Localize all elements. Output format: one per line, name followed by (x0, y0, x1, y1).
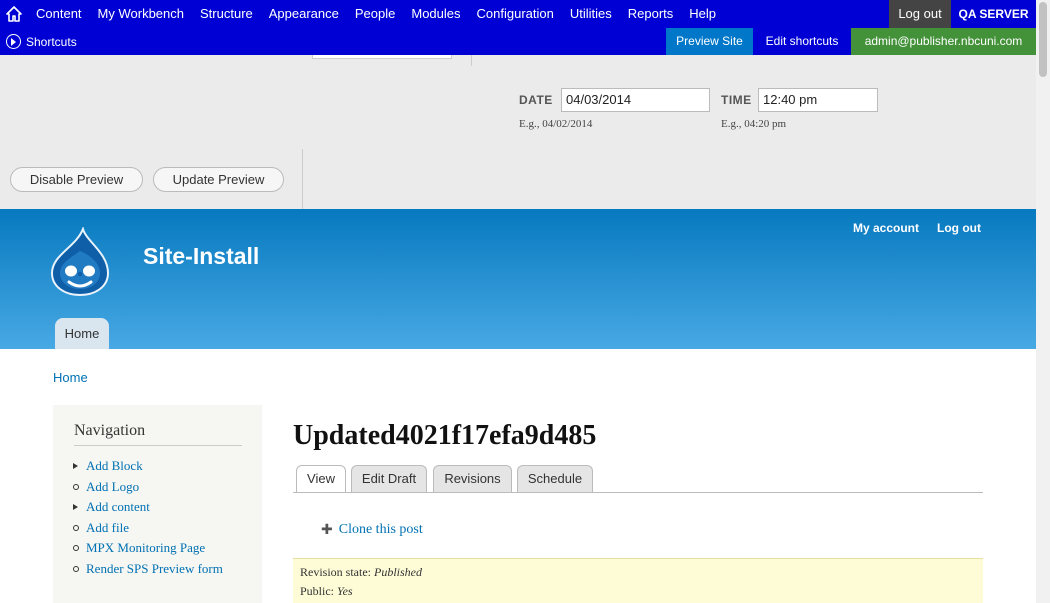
toolbar-logout-button[interactable]: Log out (889, 0, 951, 28)
preview-panel: DATE 04/03/2014 E.g., 04/02/2014 TIME 12… (0, 55, 1036, 209)
server-label: QA SERVER (958, 7, 1029, 21)
header-logout-link[interactable]: Log out (937, 221, 981, 235)
toolbar-item-content[interactable]: Content (28, 0, 90, 28)
nav-item-add-block[interactable]: Add Block (73, 458, 223, 479)
toolbar-item-appearance[interactable]: Appearance (261, 0, 347, 28)
navigation-divider (74, 445, 242, 446)
navigation-block: Navigation Add Block Add Logo Add conten… (53, 405, 262, 603)
select-field-stub[interactable] (312, 55, 452, 59)
scrollbar-thumb[interactable] (1039, 2, 1047, 77)
time-label: TIME (721, 93, 752, 107)
nav-item-label: Add file (86, 519, 129, 535)
public-label: Public: (300, 584, 335, 598)
bullet-icon (73, 565, 79, 572)
main-menu-home-tab[interactable]: Home (55, 318, 109, 349)
time-input[interactable]: 12:40 pm (758, 88, 878, 112)
current-user-link[interactable]: admin@publisher.nbcuni.com (851, 28, 1036, 55)
bullet-icon (73, 483, 79, 490)
shortcuts-toggle-icon (6, 34, 21, 49)
plus-icon: ✚ (321, 521, 333, 537)
toolbar-item-structure[interactable]: Structure (192, 0, 261, 28)
toolbar-item-reports[interactable]: Reports (620, 0, 682, 28)
tab-edit-draft[interactable]: Edit Draft (351, 465, 427, 492)
toolbar-item-help[interactable]: Help (681, 0, 724, 28)
tab-view[interactable]: View (296, 465, 346, 493)
collapsed-arrow-icon (73, 463, 78, 469)
time-hint: E.g., 04:20 pm (721, 118, 787, 130)
shortcuts-bar: Shortcuts Preview Site Edit shortcuts ad… (0, 28, 1036, 55)
nav-item-label: Add content (86, 499, 150, 514)
toolbar-item-my-workbench[interactable]: My Workbench (90, 0, 192, 28)
bullet-icon (73, 545, 79, 551)
nav-item-mpx-monitoring[interactable]: MPX Monitoring Page (73, 540, 223, 561)
preview-site-button[interactable]: Preview Site (666, 28, 753, 55)
bullet-icon (73, 524, 79, 531)
date-input[interactable]: 04/03/2014 (561, 88, 710, 112)
collapsed-arrow-icon (73, 504, 78, 510)
panel-divider (302, 149, 303, 209)
revision-state-value: Published (374, 565, 422, 579)
toolbar-item-utilities[interactable]: Utilities (562, 0, 620, 28)
tab-schedule[interactable]: Schedule (517, 465, 593, 492)
update-preview-button[interactable]: Update Preview (153, 167, 284, 192)
toolbar-item-modules[interactable]: Modules (403, 0, 468, 28)
nav-item-add-content[interactable]: Add content (73, 499, 223, 520)
site-name[interactable]: Site-Install (143, 243, 259, 270)
page-title: Updated4021f17efa9d485 (293, 420, 597, 451)
panel-divider-top (471, 55, 472, 66)
admin-toolbar: Content My Workbench Structure Appearanc… (0, 0, 1036, 28)
shortcuts-label: Shortcuts (26, 34, 77, 49)
revision-info-box: Revision state: Published Public: Yes (293, 558, 983, 603)
revision-state-row: Revision state: Published (300, 565, 422, 580)
nav-item-add-file[interactable]: Add file (73, 520, 223, 541)
nav-item-add-logo[interactable]: Add Logo (73, 479, 223, 500)
date-hint: E.g., 04/02/2014 (519, 118, 593, 130)
nav-item-label: MPX Monitoring Page (86, 540, 206, 555)
date-label: DATE (519, 93, 553, 107)
tabs-divider (293, 492, 983, 493)
public-value: Yes (337, 584, 353, 598)
nav-item-render-sps-preview[interactable]: Render SPS Preview form (73, 561, 223, 582)
shortcuts-toggle[interactable]: Shortcuts (6, 28, 77, 55)
tab-revisions[interactable]: Revisions (433, 465, 512, 492)
nav-item-label: Render SPS Preview form (86, 560, 223, 576)
toolbar-item-people[interactable]: People (347, 0, 403, 28)
drupal-logo-icon[interactable] (50, 227, 110, 297)
revision-state-label: Revision state: (300, 565, 371, 579)
navigation-title: Navigation (74, 422, 146, 439)
nav-item-label: Add Logo (86, 478, 140, 494)
site-header: Site-Install My account Log out Home (0, 209, 1036, 349)
clone-post-link[interactable]: ✚ Clone this post (321, 521, 423, 538)
navigation-list: Add Block Add Logo Add content Add file … (73, 458, 223, 581)
nav-item-label: Add Block (86, 458, 143, 473)
toolbar-item-configuration[interactable]: Configuration (469, 0, 562, 28)
clone-post-label: Clone this post (338, 521, 423, 537)
public-row: Public: Yes (300, 584, 353, 599)
toolbar-menu: Content My Workbench Structure Appearanc… (28, 0, 724, 28)
home-icon[interactable] (6, 6, 22, 22)
edit-shortcuts-link[interactable]: Edit shortcuts (753, 28, 851, 55)
breadcrumb[interactable]: Home (53, 370, 88, 385)
my-account-link[interactable]: My account (853, 221, 919, 235)
page-scrollbar[interactable] (1036, 0, 1050, 603)
disable-preview-button[interactable]: Disable Preview (10, 167, 143, 192)
